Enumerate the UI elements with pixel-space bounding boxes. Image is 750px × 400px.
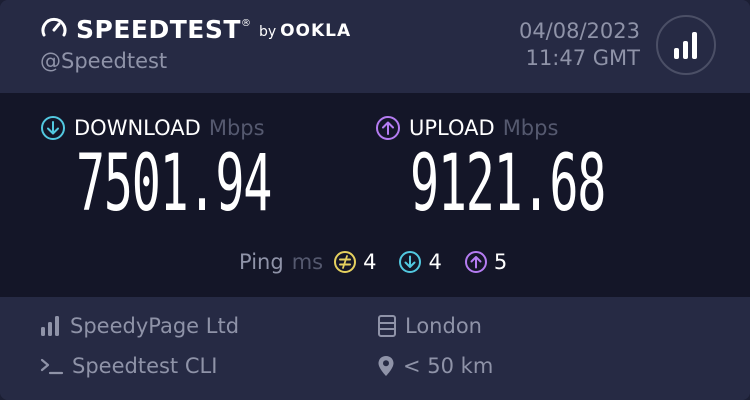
idle-latency-value: 4 <box>363 250 377 274</box>
ping-row: Ping ms 4 4 5 <box>239 250 529 274</box>
upload-unit: Mbps <box>502 116 559 140</box>
download-label: DOWNLOAD <box>74 116 201 140</box>
upload-latency-value: 5 <box>493 250 508 274</box>
server-icon <box>378 315 396 337</box>
download-latency-value: 4 <box>428 250 442 274</box>
client-name: Speedtest CLI <box>72 354 218 378</box>
signal-bars-icon <box>41 316 59 336</box>
results-panel: DOWNLOAD Mbps 7501.94 UPLOAD Mbps 9121.6… <box>0 93 750 297</box>
upload-latency-icon <box>464 251 487 273</box>
server-info: London <box>377 314 482 338</box>
upload-value: 9121.68 <box>410 139 606 229</box>
server-location: London <box>405 314 482 338</box>
speedtest-bars-logo[interactable] <box>656 15 716 75</box>
trademark-mark: ® <box>240 17 251 29</box>
location-pin-icon <box>378 356 394 376</box>
header: SPEEDTEST ® by OOKLA @Speedtest 04/08/20… <box>0 0 750 93</box>
result-card: SPEEDTEST ® by OOKLA @Speedtest 04/08/20… <box>0 0 750 400</box>
brand-logo: SPEEDTEST ® by OOKLA <box>40 14 351 44</box>
download-value: 7501.94 <box>76 139 272 229</box>
distance-info: < 50 km <box>377 354 493 378</box>
upload-label: UPLOAD <box>409 116 495 140</box>
download-heading: DOWNLOAD Mbps <box>40 115 265 141</box>
client-info: Speedtest CLI <box>40 354 217 378</box>
terminal-prompt-icon <box>40 358 64 375</box>
test-time: 11:47 GMT <box>525 46 640 70</box>
connection-info: SpeedyPage Ltd Speedtest CLI London < 50… <box>0 297 750 400</box>
twitter-handle[interactable]: @Speedtest <box>40 49 167 73</box>
download-latency-icon <box>399 251 422 273</box>
isp-name: SpeedyPage Ltd <box>70 314 240 338</box>
ping-label: Ping <box>239 250 284 274</box>
upload-heading: UPLOAD Mbps <box>375 115 558 141</box>
upload-arrow-icon <box>376 116 400 140</box>
idle-latency-icon <box>334 251 357 273</box>
timestamp: 04/08/2023 11:47 GMT <box>519 18 640 72</box>
signal-bars-icon <box>674 32 697 59</box>
brand-by: by <box>258 24 277 40</box>
isp-info: SpeedyPage Ltd <box>40 314 239 338</box>
download-arrow-icon <box>41 116 65 140</box>
server-distance: < 50 km <box>403 354 494 378</box>
speedometer-icon <box>41 17 67 37</box>
partner-name: OOKLA <box>280 21 352 41</box>
ping-unit: ms <box>291 250 324 274</box>
download-unit: Mbps <box>208 116 265 140</box>
test-date: 04/08/2023 <box>518 19 640 43</box>
brand-name: SPEEDTEST <box>76 14 241 44</box>
